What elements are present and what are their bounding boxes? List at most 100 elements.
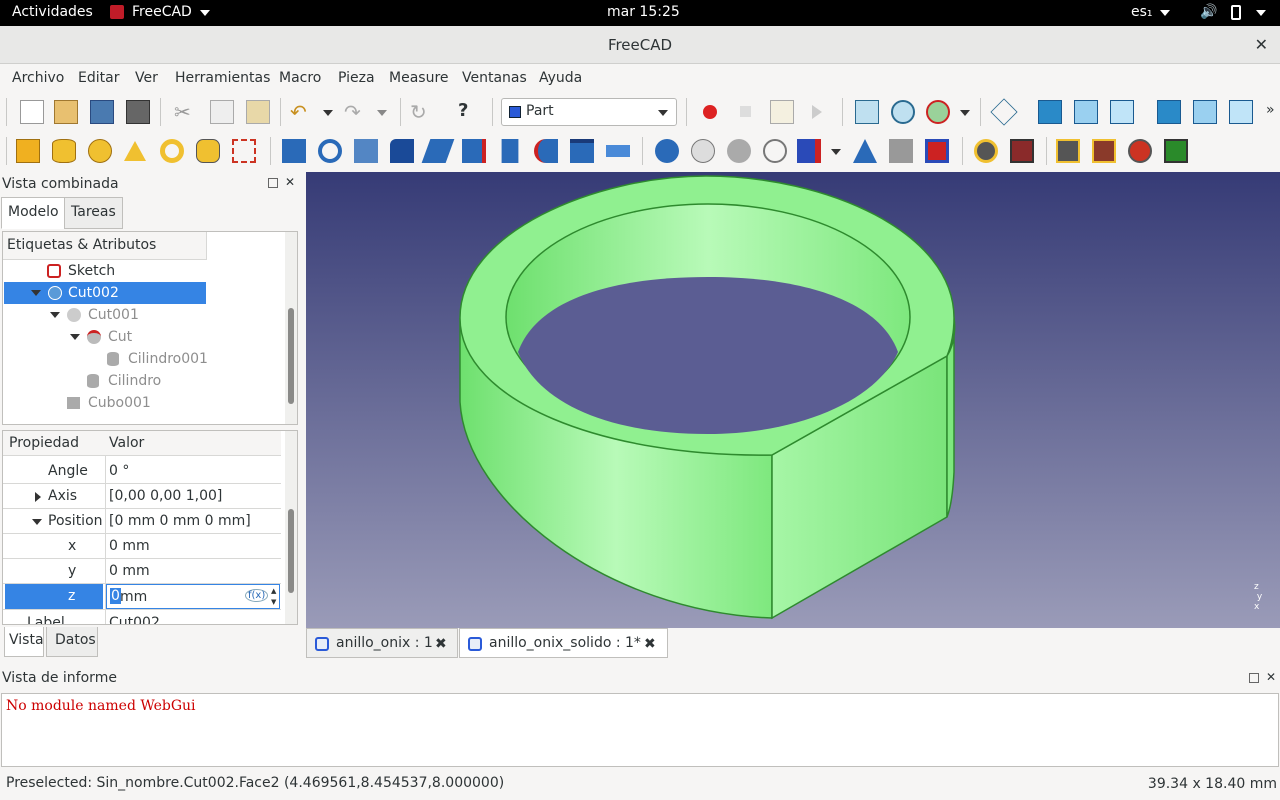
property-row-y[interactable]: y 0 mm bbox=[3, 559, 281, 584]
edit-macro-icon[interactable] bbox=[770, 100, 794, 124]
redo-icon[interactable]: ↷ bbox=[344, 100, 368, 124]
workbench-selector[interactable]: Part bbox=[501, 98, 677, 126]
doc-tab-anillo-onix-solido[interactable]: anillo_onix_solido : 1* ✖ bbox=[459, 628, 668, 658]
cut-boolean-icon[interactable] bbox=[691, 139, 715, 163]
close-tab-icon[interactable]: ✖ bbox=[644, 630, 656, 658]
right-view-icon[interactable] bbox=[1110, 100, 1134, 124]
compound-icon[interactable] bbox=[889, 139, 913, 163]
tab-tareas[interactable]: Tareas bbox=[64, 197, 123, 229]
whats-this-icon[interactable]: ? bbox=[458, 100, 482, 124]
property-value[interactable]: [0 mm 0 mm 0 mm] bbox=[109, 513, 251, 529]
primitives-icon[interactable] bbox=[196, 139, 220, 163]
property-value[interactable]: 0 mm bbox=[109, 563, 150, 579]
menu-archivo[interactable]: Archivo bbox=[12, 70, 64, 86]
menu-ventanas[interactable]: Ventanas bbox=[462, 70, 527, 86]
undo-icon[interactable]: ↶ bbox=[290, 100, 314, 124]
property-value[interactable]: 0 ° bbox=[109, 463, 129, 479]
tree-item-cut002[interactable]: Cut002 bbox=[4, 282, 206, 304]
draw-style-icon[interactable] bbox=[926, 100, 950, 124]
close-tab-icon[interactable]: ✖ bbox=[435, 630, 447, 658]
tree-item-cubo001[interactable]: Cubo001 bbox=[3, 392, 207, 414]
property-row-label[interactable]: Label Cut002 bbox=[3, 611, 281, 624]
sphere-icon[interactable] bbox=[88, 139, 112, 163]
cylinder-icon[interactable] bbox=[52, 139, 76, 163]
defeaturing-icon[interactable] bbox=[1010, 139, 1034, 163]
measure-linear-icon[interactable] bbox=[1056, 139, 1080, 163]
keyboard-layout[interactable]: es₁ bbox=[1131, 4, 1153, 20]
splitting-icon[interactable] bbox=[853, 139, 877, 163]
mirror-icon[interactable] bbox=[354, 139, 378, 163]
property-row-angle[interactable]: Angle 0 ° bbox=[3, 459, 281, 484]
menu-measure[interactable]: Measure bbox=[389, 70, 449, 86]
float-panel-icon[interactable] bbox=[1249, 673, 1259, 683]
undo-dropdown-icon[interactable] bbox=[323, 110, 333, 116]
paste-icon[interactable] bbox=[246, 100, 270, 124]
property-row-axis[interactable]: Axis [0,00 0,00 1,00] bbox=[3, 484, 281, 509]
menu-herramientas[interactable]: Herramientas bbox=[175, 70, 270, 86]
section-icon[interactable] bbox=[925, 139, 949, 163]
draw-style-dropdown-icon[interactable] bbox=[960, 110, 970, 116]
tree-scrollbar[interactable] bbox=[285, 232, 297, 424]
sweep-icon[interactable] bbox=[570, 139, 594, 163]
join-dropdown-icon[interactable] bbox=[831, 149, 841, 155]
redo-dropdown-icon[interactable] bbox=[377, 110, 387, 116]
volume-icon[interactable]: 🔊 bbox=[1200, 4, 1217, 20]
fit-all-icon[interactable] bbox=[855, 100, 879, 124]
fuse-icon[interactable] bbox=[727, 139, 751, 163]
z-value-editor[interactable]: 0 mm f(x) ▲ ▼ bbox=[106, 584, 280, 609]
bottom-view-icon[interactable] bbox=[1193, 100, 1217, 124]
doc-tab-anillo-onix[interactable]: anillo_onix : 1 ✖ bbox=[306, 628, 458, 658]
tree-item-cut[interactable]: Cut bbox=[3, 326, 207, 348]
boolean-icon[interactable] bbox=[655, 139, 679, 163]
record-macro-icon[interactable] bbox=[703, 105, 717, 119]
property-value[interactable]: Cut002 bbox=[109, 615, 160, 624]
rear-view-icon[interactable] bbox=[1157, 100, 1181, 124]
float-panel-icon[interactable] bbox=[268, 178, 278, 188]
tree-item-cut001[interactable]: Cut001 bbox=[3, 304, 207, 326]
front-view-icon[interactable] bbox=[1038, 100, 1062, 124]
clock[interactable]: mar 15:25 bbox=[607, 4, 680, 20]
property-row-x[interactable]: x 0 mm bbox=[3, 534, 281, 559]
open-folder-icon[interactable] bbox=[54, 100, 78, 124]
scrollbar-thumb[interactable] bbox=[288, 308, 294, 404]
expression-fx-icon[interactable]: f(x) bbox=[245, 589, 269, 602]
measure-clear-icon[interactable] bbox=[1128, 139, 1152, 163]
close-panel-icon[interactable]: ✕ bbox=[1266, 670, 1276, 684]
top-view-icon[interactable] bbox=[1074, 100, 1098, 124]
tab-datos[interactable]: Datos bbox=[46, 627, 98, 657]
chamfer-icon[interactable] bbox=[421, 139, 455, 163]
tree-item-cilindro001[interactable]: Cilindro001 bbox=[3, 348, 208, 370]
activities-button[interactable]: Actividades bbox=[12, 4, 93, 20]
tree-item-cilindro[interactable]: Cilindro bbox=[3, 370, 207, 392]
scrollbar-thumb[interactable] bbox=[288, 509, 294, 593]
properties-scrollbar[interactable] bbox=[285, 431, 297, 624]
new-document-icon[interactable] bbox=[20, 100, 44, 124]
ring-model[interactable] bbox=[306, 172, 1280, 628]
cut-icon[interactable]: ✂ bbox=[174, 100, 198, 124]
stop-macro-icon[interactable] bbox=[740, 106, 751, 117]
print-icon[interactable] bbox=[126, 100, 150, 124]
spin-down-icon[interactable]: ▼ bbox=[271, 598, 276, 606]
run-macro-icon[interactable] bbox=[812, 105, 822, 119]
property-value[interactable]: 0 mm bbox=[109, 538, 150, 554]
ruled-surface-icon[interactable] bbox=[501, 139, 519, 163]
close-panel-icon[interactable]: ✕ bbox=[285, 175, 295, 189]
collapse-arrow-icon[interactable] bbox=[70, 334, 80, 340]
collapse-arrow-icon[interactable] bbox=[31, 290, 41, 296]
revolve-icon[interactable] bbox=[318, 139, 342, 163]
measure-angular-icon[interactable] bbox=[1092, 139, 1116, 163]
app-menu-button[interactable]: FreeCAD bbox=[132, 4, 192, 20]
tree-item-sketch[interactable]: Sketch bbox=[3, 260, 207, 282]
shape-builder-icon[interactable] bbox=[232, 139, 256, 163]
left-view-icon[interactable] bbox=[1229, 100, 1253, 124]
fillet-icon[interactable] bbox=[390, 139, 414, 163]
extrude-icon[interactable] bbox=[282, 139, 306, 163]
property-row-position[interactable]: Position [0 mm 0 mm 0 mm] bbox=[3, 509, 281, 534]
measure-toggle-icon[interactable] bbox=[1164, 139, 1188, 163]
menu-pieza[interactable]: Pieza bbox=[338, 70, 375, 86]
report-output[interactable]: No module named WebGui bbox=[1, 693, 1279, 767]
expand-arrow-icon[interactable] bbox=[35, 492, 41, 502]
cube-icon[interactable] bbox=[16, 139, 40, 163]
menu-macro[interactable]: Macro bbox=[279, 70, 321, 86]
close-window-icon[interactable]: ✕ bbox=[1255, 26, 1268, 64]
